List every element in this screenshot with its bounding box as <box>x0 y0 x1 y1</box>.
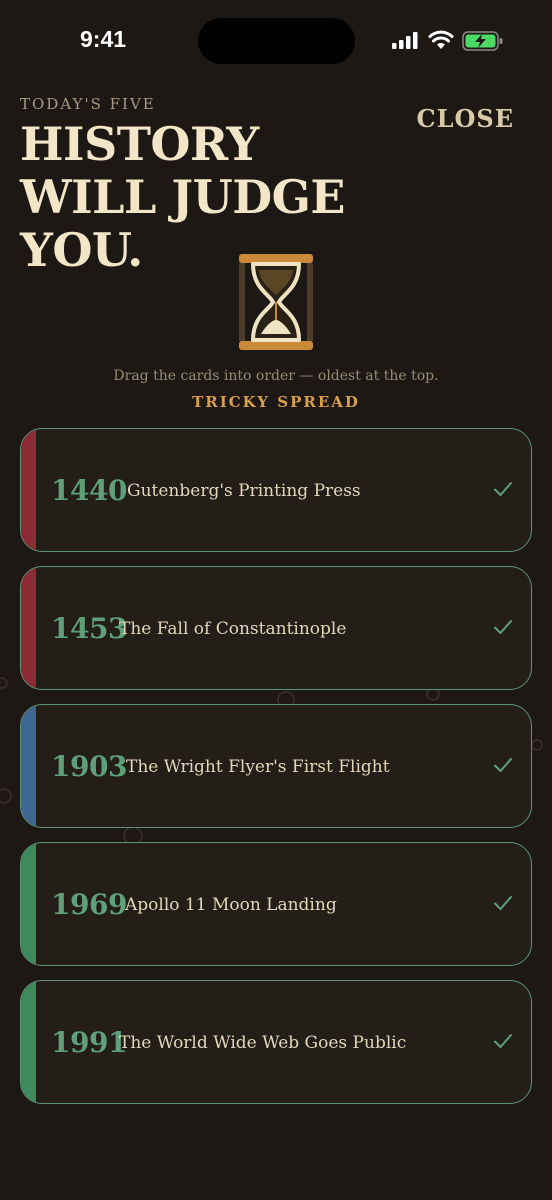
hourglass-icon <box>239 254 313 350</box>
category-stripe <box>21 567 36 689</box>
category-stripe <box>21 843 36 965</box>
check-icon <box>494 620 512 634</box>
check-icon <box>494 758 512 772</box>
card-year: 1440 <box>51 474 127 507</box>
card-title: The Fall of Constantinople <box>119 619 347 639</box>
card-year: 1991 <box>51 1026 127 1059</box>
timeline-card-list: 1440 Gutenberg's Printing Press 1453 The… <box>20 428 532 1118</box>
timeline-card[interactable]: 1991 The World Wide Web Goes Public <box>20 980 532 1104</box>
wifi-icon <box>428 30 454 49</box>
cellular-signal-icon <box>392 32 418 49</box>
timeline-card[interactable]: 1453 The Fall of Constantinople <box>20 566 532 690</box>
check-icon <box>494 1034 512 1048</box>
timeline-card[interactable]: 1440 Gutenberg's Printing Press <box>20 428 532 552</box>
close-button[interactable]: CLOSE <box>416 104 514 133</box>
card-year: 1903 <box>51 750 127 783</box>
check-icon <box>494 482 512 496</box>
card-title: Gutenberg's Printing Press <box>127 481 361 501</box>
battery-charging-icon <box>462 31 503 51</box>
difficulty-label: TRICKY SPREAD <box>192 393 360 411</box>
card-title: Apollo 11 Moon Landing <box>125 895 337 915</box>
category-stripe <box>21 429 36 551</box>
status-bar: 9:41 <box>0 0 552 82</box>
card-year: 1453 <box>51 612 127 645</box>
category-stripe <box>21 705 36 827</box>
card-title: The Wright Flyer's First Flight <box>126 757 390 777</box>
eyebrow-label: TODAY'S FIVE <box>20 95 156 113</box>
card-title: The World Wide Web Goes Public <box>119 1033 407 1053</box>
category-stripe <box>21 981 36 1103</box>
instruction-text: Drag the cards into order — oldest at th… <box>113 368 439 384</box>
card-year: 1969 <box>51 888 127 921</box>
dynamic-island <box>198 18 355 64</box>
timeline-card[interactable]: 1969 Apollo 11 Moon Landing <box>20 842 532 966</box>
timeline-card[interactable]: 1903 The Wright Flyer's First Flight <box>20 704 532 828</box>
status-time: 9:41 <box>80 26 127 52</box>
page-title: HISTORY WILL JUDGE YOU. <box>20 117 346 277</box>
check-icon <box>494 896 512 910</box>
